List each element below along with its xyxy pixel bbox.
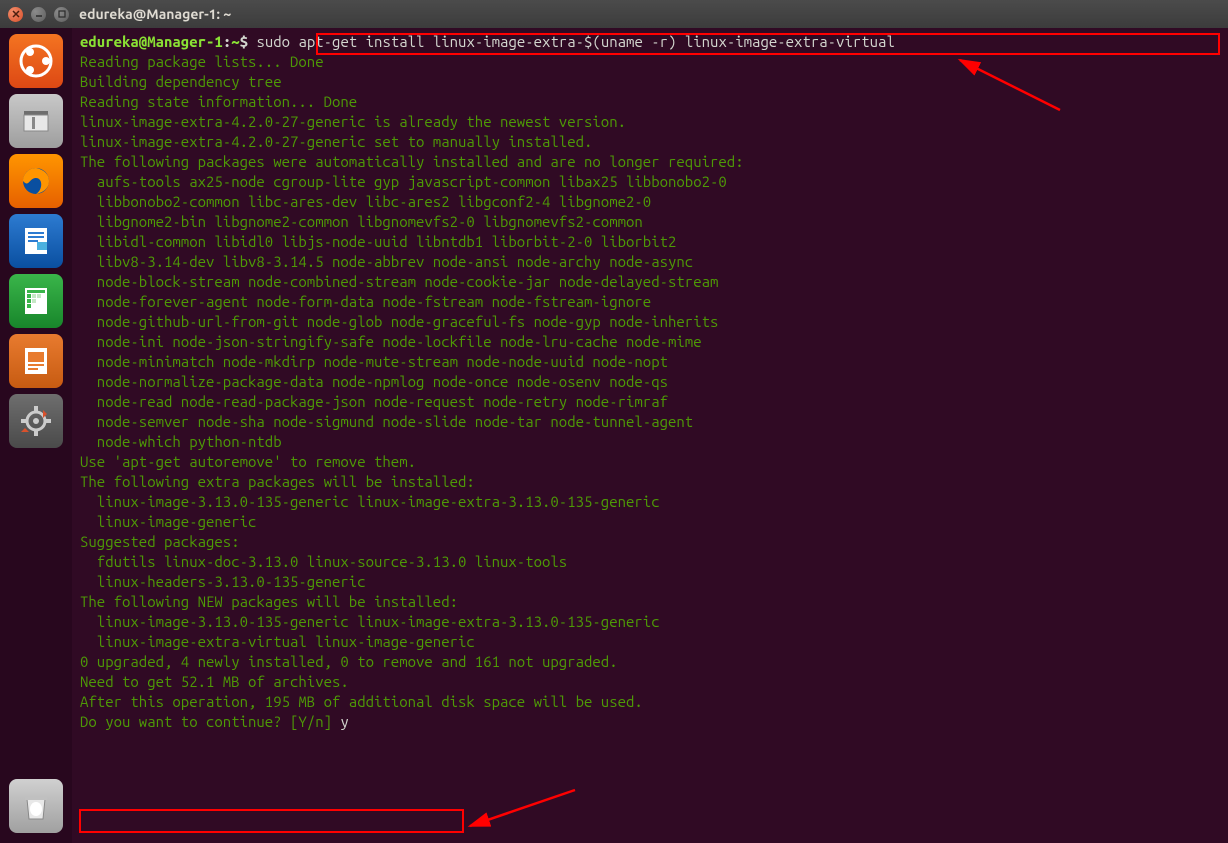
settings-icon[interactable] [9,394,63,448]
files-icon[interactable] [9,94,63,148]
window-title: edureka@Manager-1: ~ [79,6,231,22]
calc-icon[interactable] [9,274,63,328]
terminal-output[interactable]: edureka@Manager-1:~$ sudo apt-get instal… [72,28,1228,843]
unity-launcher: >_ [0,28,72,843]
close-icon[interactable] [8,7,23,22]
ubuntu-dash-icon[interactable] [9,34,63,88]
continue-answer: y [340,713,348,730]
impress-icon[interactable] [9,334,63,388]
prompt-user: edureka@Manager-1 [80,33,223,50]
prompt-path: ~ [231,33,239,50]
writer-icon[interactable] [9,214,63,268]
firefox-icon[interactable] [9,154,63,208]
prompt-end: $ [240,33,248,50]
prompt-sep: : [223,33,231,50]
trash-icon[interactable] [9,779,63,833]
output-lines: Reading package lists... Done Building d… [80,53,744,710]
continue-prompt: Do you want to continue? [Y/n] [80,713,340,730]
maximize-icon[interactable] [54,7,69,22]
minimize-icon[interactable] [31,7,46,22]
command-text: sudo apt-get install linux-image-extra-$… [256,33,894,50]
window-titlebar: edureka@Manager-1: ~ [0,0,1228,28]
